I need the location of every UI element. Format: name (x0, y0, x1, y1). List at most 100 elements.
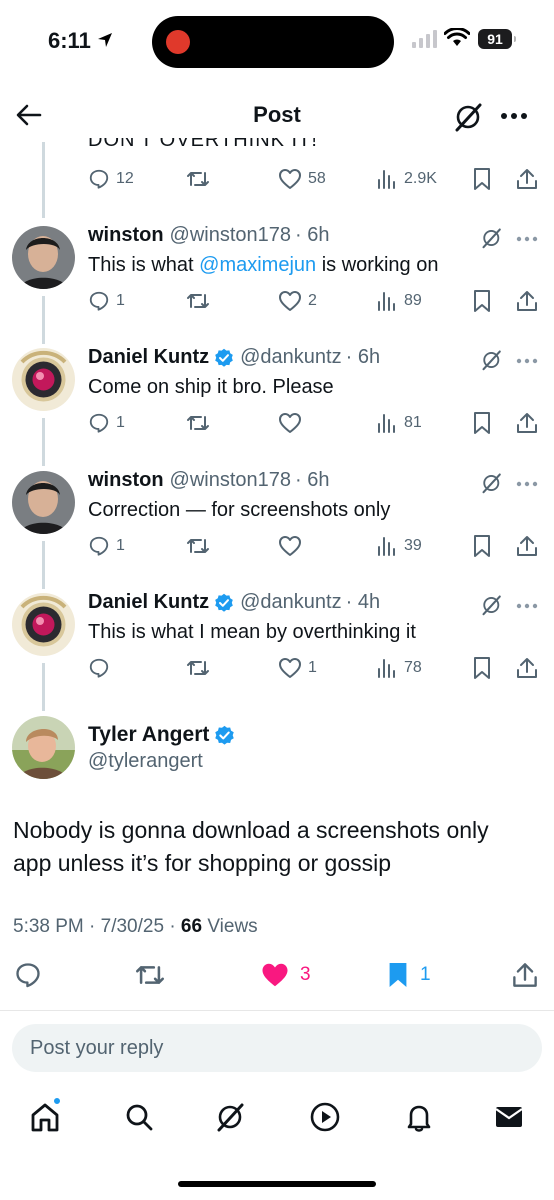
reply-item[interactable]: winston @winston178 · 6h Correction — fo… (0, 469, 554, 569)
share-icon (517, 658, 537, 678)
avatar[interactable] (12, 716, 75, 779)
share-button[interactable] (516, 408, 538, 438)
reply-button[interactable]: 1 (88, 408, 125, 438)
author-name[interactable]: Daniel Kuntz (88, 346, 209, 369)
reply-button[interactable] (14, 958, 42, 992)
post-timestamp: 5:38 PM · 7/30/25 · (13, 916, 181, 937)
more-options-icon[interactable] (516, 603, 538, 609)
nav-search[interactable] (122, 1100, 156, 1134)
reply-input[interactable]: Post your reply (12, 1024, 542, 1072)
repost-button[interactable] (134, 958, 166, 992)
grok-icon[interactable] (452, 100, 486, 134)
reply-button[interactable] (88, 653, 116, 683)
reply-item[interactable]: winston @winston178 · 6h This is what @m… (0, 224, 554, 324)
author-name[interactable]: winston (88, 224, 164, 247)
more-options-icon[interactable] (516, 481, 538, 487)
avatar[interactable] (12, 226, 75, 289)
more-options-icon[interactable] (516, 358, 538, 364)
view-count: 81 (404, 414, 422, 431)
like-button[interactable]: 58 (278, 164, 326, 194)
share-button[interactable] (512, 958, 538, 992)
reply-icon (89, 658, 109, 678)
bookmark-button[interactable] (472, 531, 492, 561)
avatar[interactable] (12, 471, 75, 534)
views-chart-icon (378, 537, 395, 556)
nav-messages[interactable] (492, 1100, 526, 1134)
previous-post-text: DON'T OVERTHINK IT! (88, 138, 318, 150)
share-button[interactable] (516, 531, 538, 561)
notification-dot (52, 1096, 62, 1106)
bottom-navigation (0, 1092, 554, 1144)
avatar[interactable] (12, 348, 75, 411)
verified-badge-icon (214, 725, 235, 746)
bookmark-button[interactable] (472, 164, 492, 194)
like-button[interactable]: 1 (278, 653, 317, 683)
share-button[interactable] (516, 286, 538, 316)
author-handle[interactable]: @dankuntz (240, 346, 341, 369)
views-button[interactable]: 78 (376, 653, 422, 683)
repost-button[interactable] (186, 164, 210, 194)
repost-button[interactable] (186, 408, 210, 438)
reply-header: winston @winston178 · 6h (88, 224, 330, 247)
views-chart-icon (378, 414, 395, 433)
like-button[interactable]: 2 (278, 286, 317, 316)
like-count: 1 (308, 659, 317, 676)
repost-button[interactable] (186, 653, 210, 683)
grok-icon[interactable] (480, 593, 504, 617)
heart-icon (279, 291, 301, 311)
bookmark-count: 1 (420, 964, 431, 985)
reply-button[interactable]: 1 (88, 531, 125, 561)
like-button[interactable] (278, 531, 308, 561)
nav-home[interactable] (28, 1096, 62, 1134)
views-button[interactable]: 89 (376, 286, 422, 316)
main-post-text: Nobody is gonna download a screenshots o… (13, 817, 489, 876)
bookmark-button[interactable]: 1 (386, 958, 431, 992)
share-button[interactable] (516, 164, 538, 194)
nav-video[interactable] (308, 1100, 342, 1134)
author-handle[interactable]: @dankuntz (240, 591, 341, 614)
main-author-name[interactable]: Tyler Angert (88, 723, 235, 747)
grok-icon[interactable] (480, 348, 504, 372)
mention-link[interactable]: @maximejun (199, 254, 316, 276)
more-options-icon[interactable] (516, 236, 538, 242)
like-button[interactable] (278, 408, 308, 438)
nav-grok[interactable] (214, 1100, 248, 1134)
reply-item[interactable]: Daniel Kuntz @dankuntz · 6h Come on ship… (0, 346, 554, 446)
reply-actions: 1 39 (88, 531, 540, 561)
views-count: 66 (180, 916, 203, 937)
repost-button[interactable] (186, 286, 210, 316)
author-handle[interactable]: @winston178 (170, 224, 291, 247)
bookmark-button[interactable] (472, 653, 492, 683)
reply-item[interactable]: Daniel Kuntz @dankuntz · 4h This is what… (0, 591, 554, 691)
reply-icon (89, 169, 109, 189)
more-options-icon[interactable] (500, 112, 528, 120)
nav-notifications[interactable] (402, 1100, 436, 1134)
reply-text: Correction — for screenshots only (88, 499, 391, 521)
like-button[interactable]: 3 (260, 958, 311, 992)
share-button[interactable] (516, 653, 538, 683)
views-button[interactable]: 2.9K (376, 164, 437, 194)
reply-count: 1 (116, 292, 125, 309)
reply-icon (89, 536, 109, 556)
reply-button[interactable]: 12 (88, 164, 134, 194)
author-name[interactable]: winston (88, 469, 164, 492)
grok-icon[interactable] (480, 226, 504, 250)
reply-button[interactable]: 1 (88, 286, 125, 316)
reply-count: 1 (116, 414, 125, 431)
repost-button[interactable] (186, 531, 210, 561)
bookmark-filled-icon (389, 963, 407, 987)
views-button[interactable]: 39 (376, 531, 422, 561)
author-handle[interactable]: @winston178 (170, 469, 291, 492)
main-author-handle[interactable]: @tylerangert (88, 750, 203, 773)
reply-text: This is what @maximejun is working on (88, 254, 439, 276)
avatar[interactable] (12, 593, 75, 656)
bookmark-button[interactable] (472, 408, 492, 438)
grok-icon[interactable] (480, 471, 504, 495)
author-name[interactable]: Daniel Kuntz (88, 591, 209, 614)
divider (0, 1010, 554, 1011)
reply-count: 12 (116, 170, 134, 187)
bookmark-button[interactable] (472, 286, 492, 316)
share-icon (517, 413, 537, 433)
verified-badge-icon (214, 348, 234, 368)
views-button[interactable]: 81 (376, 408, 422, 438)
